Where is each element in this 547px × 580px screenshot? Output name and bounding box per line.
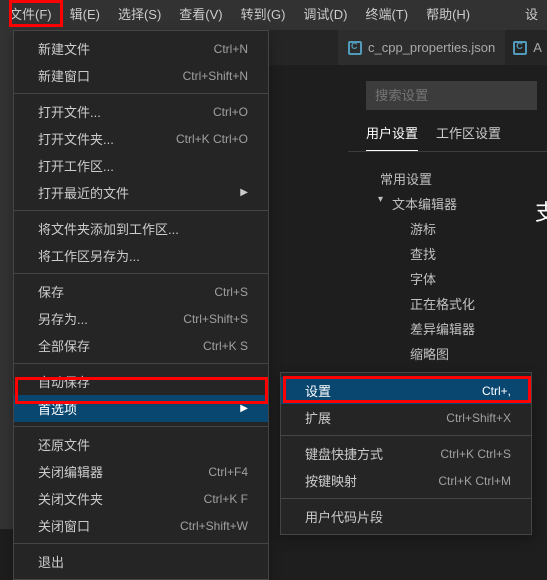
tree-formatting[interactable]: 正在格式化 <box>366 291 547 316</box>
menu-debug[interactable]: 调试(D) <box>294 0 356 30</box>
submenu-snippets[interactable]: 用户代码片段 <box>281 503 531 530</box>
tree-find[interactable]: 查找 <box>366 241 547 266</box>
menu-open-file[interactable]: 打开文件...Ctrl+O <box>14 98 268 125</box>
menu-auto-save[interactable]: 自动保存 <box>14 368 268 395</box>
editor-tab-cppprops[interactable]: c_cpp_properties.json <box>338 30 505 65</box>
tree-font[interactable]: 字体 <box>366 266 547 291</box>
menu-file[interactable]: 文件(F) <box>0 0 61 30</box>
menu-new-file[interactable]: 新建文件Ctrl+N <box>14 35 268 62</box>
menu-help[interactable]: 帮助(H) <box>417 0 479 30</box>
menu-bar: 文件(F) 辑(E) 选择(S) 查看(V) 转到(G) 调试(D) 终端(T)… <box>0 0 547 30</box>
submenu-keymaps[interactable]: 按键映射Ctrl+K Ctrl+M <box>281 467 531 494</box>
menu-settings-right[interactable]: 设 <box>516 0 547 30</box>
menu-separator <box>281 435 531 436</box>
menu-separator <box>14 93 268 94</box>
preferences-submenu: 设置Ctrl+, 扩展Ctrl+Shift+X 键盘快捷方式Ctrl+K Ctr… <box>280 372 532 535</box>
tree-common[interactable]: 常用设置 <box>366 166 547 191</box>
menu-preferences[interactable]: 首选项▶ <box>14 395 268 422</box>
menu-separator <box>14 273 268 274</box>
menu-edit[interactable]: 辑(E) <box>61 0 109 30</box>
menu-open-folder[interactable]: 打开文件夹...Ctrl+K Ctrl+O <box>14 125 268 152</box>
menu-separator <box>14 210 268 211</box>
menu-save-as[interactable]: 另存为...Ctrl+Shift+S <box>14 305 268 332</box>
submenu-keyboard-shortcuts[interactable]: 键盘快捷方式Ctrl+K Ctrl+S <box>281 440 531 467</box>
tab-workspace-settings[interactable]: 工作区设置 <box>436 115 501 151</box>
menu-separator <box>14 426 268 427</box>
editor-tab-other[interactable]: A <box>505 30 547 65</box>
settings-tab-bar: 用户设置 工作区设置 <box>348 115 547 152</box>
menu-close-window[interactable]: 关闭窗口Ctrl+Shift+W <box>14 512 268 539</box>
tree-cursor[interactable]: 游标 <box>366 216 547 241</box>
chevron-right-icon: ▶ <box>240 403 248 414</box>
tree-diff[interactable]: 差异编辑器 <box>366 316 547 341</box>
settings-heading-clipped: 支 <box>535 195 547 227</box>
menu-save-all[interactable]: 全部保存Ctrl+K S <box>14 332 268 359</box>
settings-search <box>348 65 547 120</box>
editor-tab-label: A <box>533 40 542 55</box>
menu-open-workspace[interactable]: 打开工作区... <box>14 152 268 179</box>
tree-text-editor[interactable]: 文本编辑器 <box>366 191 547 216</box>
menu-exit[interactable]: 退出 <box>14 548 268 575</box>
menu-add-folder[interactable]: 将文件夹添加到工作区... <box>14 215 268 242</box>
menu-terminal[interactable]: 终端(T) <box>356 0 417 30</box>
editor-tab-label: c_cpp_properties.json <box>368 40 495 55</box>
menu-new-window[interactable]: 新建窗口Ctrl+Shift+N <box>14 62 268 89</box>
menu-save-workspace-as[interactable]: 将工作区另存为... <box>14 242 268 269</box>
menu-save[interactable]: 保存Ctrl+S <box>14 278 268 305</box>
settings-tree: 常用设置 文本编辑器 游标 查找 字体 正在格式化 差异编辑器 缩略图 建议 <box>348 152 547 391</box>
submenu-settings[interactable]: 设置Ctrl+, <box>281 377 531 404</box>
menu-separator <box>14 363 268 364</box>
chevron-right-icon: ▶ <box>240 187 248 198</box>
menu-separator <box>14 543 268 544</box>
menu-view[interactable]: 查看(V) <box>170 0 231 30</box>
settings-search-input[interactable] <box>366 81 537 110</box>
c-file-icon <box>348 41 362 55</box>
menu-revert[interactable]: 还原文件 <box>14 431 268 458</box>
menu-open-recent[interactable]: 打开最近的文件▶ <box>14 179 268 206</box>
c-file-icon <box>513 41 527 55</box>
submenu-extensions[interactable]: 扩展Ctrl+Shift+X <box>281 404 531 431</box>
menu-selection[interactable]: 选择(S) <box>109 0 170 30</box>
file-menu: 新建文件Ctrl+N 新建窗口Ctrl+Shift+N 打开文件...Ctrl+… <box>13 30 269 580</box>
tree-minimap[interactable]: 缩略图 <box>366 341 547 366</box>
tab-user-settings[interactable]: 用户设置 <box>366 115 418 151</box>
menu-separator <box>281 498 531 499</box>
menu-close-folder[interactable]: 关闭文件夹Ctrl+K F <box>14 485 268 512</box>
menu-go[interactable]: 转到(G) <box>232 0 295 30</box>
menu-close-editor[interactable]: 关闭编辑器Ctrl+F4 <box>14 458 268 485</box>
